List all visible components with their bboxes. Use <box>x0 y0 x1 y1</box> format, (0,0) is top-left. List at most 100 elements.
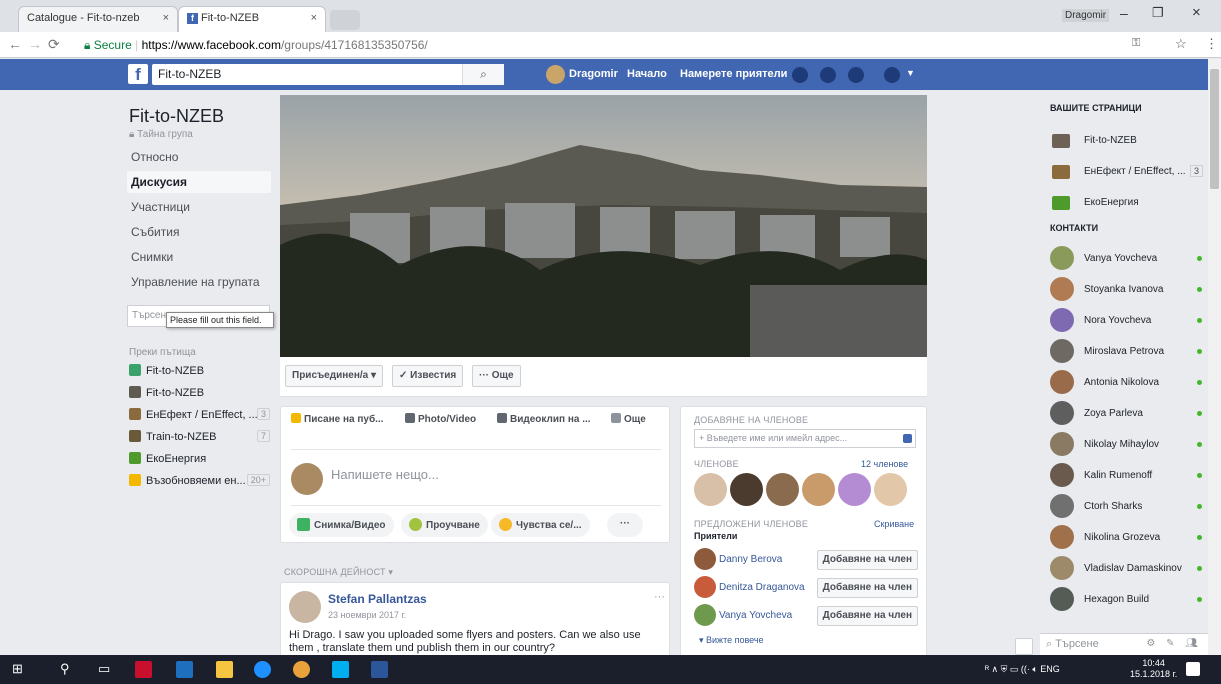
group-nav-members[interactable]: Участници <box>127 196 271 218</box>
more-button[interactable]: ··· Още <box>472 365 521 387</box>
group-nav-about[interactable]: Относно <box>127 146 271 168</box>
suggested-member-name[interactable]: Denitza Draganova <box>719 582 805 593</box>
feeling-button[interactable]: Чувства се/... <box>491 513 590 537</box>
close-icon[interactable]: × <box>163 12 169 24</box>
profile-link[interactable]: Dragomir <box>569 68 618 80</box>
contact-item[interactable]: Zoya Parleva <box>1050 401 1205 427</box>
language-indicator[interactable]: ENG <box>1040 664 1060 674</box>
avatar[interactable] <box>766 473 799 506</box>
contact-item[interactable]: Stoyanka Ivanova <box>1050 277 1205 303</box>
page-scrollbar[interactable] <box>1208 59 1221 655</box>
suggested-member-name[interactable]: Danny Berova <box>719 554 782 565</box>
contact-item[interactable]: Vladislav Damaskinov <box>1050 556 1205 582</box>
group-nav-events[interactable]: Събития <box>127 221 271 243</box>
avatar[interactable] <box>694 576 716 598</box>
page-item[interactable]: ЕнЕфект / EnEffect, ... 3 <box>1050 159 1205 185</box>
add-member-button[interactable]: Добавяне на член <box>816 550 918 570</box>
chrome-icon[interactable] <box>293 661 310 678</box>
tab-fit-to-nzeb[interactable]: f Fit-to-NZEB × <box>178 6 326 32</box>
more-options-button[interactable]: ··· <box>607 513 643 537</box>
back-icon[interactable]: ← <box>8 36 22 52</box>
edge-icon[interactable] <box>254 661 271 678</box>
avatar[interactable] <box>730 473 763 506</box>
maximize-icon[interactable]: ❐ <box>1152 5 1164 21</box>
composer-input[interactable]: Напишете нещо... <box>331 467 439 482</box>
clock[interactable]: 10:44 15.1.2018 г. <box>1130 658 1177 680</box>
avatar[interactable] <box>694 604 716 626</box>
shortcut-item[interactable]: Train-to-NZEB 7 <box>129 430 274 448</box>
contact-item[interactable]: Nora Yovcheva <box>1050 308 1205 334</box>
poll-button[interactable]: Проучване <box>401 513 488 537</box>
more-tab[interactable]: Още <box>611 413 646 425</box>
key-icon[interactable]: ⚿ <box>1132 37 1140 50</box>
contact-item[interactable]: Miroslava Petrova <box>1050 339 1205 365</box>
avatar[interactable] <box>546 65 565 84</box>
avatar[interactable] <box>694 473 727 506</box>
chat-search-input[interactable]: ⌕ Търсене ⚙ ✎ 👥︎ <box>1040 633 1208 655</box>
friend-requests-icon[interactable] <box>792 67 808 83</box>
reload-icon[interactable]: ⟳ <box>48 36 60 53</box>
avatar[interactable] <box>802 473 835 506</box>
facebook-logo-icon[interactable]: f <box>128 64 148 84</box>
tab-catalogue[interactable]: Catalogue - Fit-to-nzeb × <box>18 6 178 32</box>
messages-icon[interactable] <box>820 67 836 83</box>
word-icon[interactable] <box>371 661 388 678</box>
post-author[interactable]: Stefan Pallantzas <box>328 592 427 606</box>
forward-icon[interactable]: → <box>28 36 42 52</box>
group-nav-discussion[interactable]: Дискусия <box>127 171 271 193</box>
cover-photo[interactable] <box>280 95 927 357</box>
write-post-tab[interactable]: Писане на пуб... <box>291 413 383 425</box>
shortcut-item[interactable]: Възобновяеми ен... 20+ <box>129 474 274 492</box>
shortcut-item[interactable]: Fit-to-NZEB <box>129 364 274 382</box>
windows-start-icon[interactable]: ⊞ <box>12 661 23 677</box>
shortcut-item[interactable]: ЕнЕфект / EnEffect, ... 3 <box>129 408 274 426</box>
menu-icon[interactable]: ⋮ <box>1205 36 1218 52</box>
avatar[interactable] <box>838 473 871 506</box>
contact-item[interactable]: Nikolina Grozeva <box>1050 525 1205 551</box>
browser-user[interactable]: Dragomir <box>1062 9 1110 22</box>
group-nav-manage[interactable]: Управление на групата <box>127 271 271 293</box>
live-video-tab[interactable]: Видеоклип на ... <box>497 413 591 425</box>
contact-item[interactable]: Kalin Rumenoff <box>1050 463 1205 489</box>
notifications-button[interactable]: ✓ Известия <box>392 365 464 387</box>
members-count[interactable]: 12 членове <box>861 459 908 469</box>
add-member-button[interactable]: Добавяне на член <box>816 578 918 598</box>
page-item[interactable]: ЕкоЕнергия <box>1050 190 1205 216</box>
minimize-icon[interactable]: – <box>1120 5 1128 21</box>
add-member-button[interactable]: Добавяне на член <box>816 606 918 626</box>
messenger-icon[interactable] <box>1015 638 1033 655</box>
home-link[interactable]: Начало <box>627 68 667 80</box>
contact-item[interactable]: Hexagon Build <box>1050 587 1205 613</box>
new-tab-button[interactable] <box>330 10 360 30</box>
find-friends-link[interactable]: Намерете приятели <box>680 68 787 80</box>
contact-item[interactable]: Nikolay Mihaylov <box>1050 432 1205 458</box>
hide-link[interactable]: Скриване <box>874 519 914 529</box>
star-icon[interactable]: ☆ <box>1175 36 1187 52</box>
task-view-icon[interactable]: ▭ <box>98 661 110 677</box>
contacts-icon[interactable] <box>903 434 912 443</box>
post-options[interactable]: ··· <box>654 591 665 603</box>
recent-activity-dropdown[interactable]: СКОРОШНА ДЕЙНОСТ ▾ <box>284 567 393 578</box>
shortcut-item[interactable]: ЕкоЕнергия <box>129 452 274 470</box>
search-icon[interactable]: ⚲ <box>60 661 70 677</box>
window-close-icon[interactable]: × <box>1192 4 1201 21</box>
joined-button[interactable]: Присъединен/а ▾ <box>285 365 383 387</box>
close-icon[interactable]: × <box>311 12 317 24</box>
page-item[interactable]: Fit-to-NZEB <box>1050 128 1205 154</box>
photo-video-button[interactable]: Снимка/Видео <box>289 513 394 537</box>
contact-item[interactable]: Ctorh Sharks <box>1050 494 1205 520</box>
outlook-icon[interactable] <box>176 661 193 678</box>
post-date[interactable]: 23 ноември 2017 г. <box>328 610 406 620</box>
scrollbar-thumb[interactable] <box>1210 69 1219 189</box>
group-title[interactable]: Fit-to-NZEB <box>129 106 224 127</box>
contact-item[interactable]: Vanya Yovcheva <box>1050 246 1205 272</box>
uk-flag-icon[interactable] <box>135 661 152 678</box>
file-explorer-icon[interactable] <box>216 661 233 678</box>
contact-item[interactable]: Antonia Nikolova <box>1050 370 1205 396</box>
system-tray[interactable]: ᴿ ∧ ⛨ ▭ ((· 🔈︎ ENG <box>985 664 1060 675</box>
see-more-link[interactable]: ▾ Вижте повече <box>699 635 764 646</box>
notifications-icon[interactable] <box>848 67 864 83</box>
skype-icon[interactable] <box>332 661 349 678</box>
chat-settings-icon[interactable]: ⚙ ✎ 👥︎ <box>1146 638 1202 649</box>
chevron-down-icon[interactable]: ▼ <box>906 68 915 78</box>
